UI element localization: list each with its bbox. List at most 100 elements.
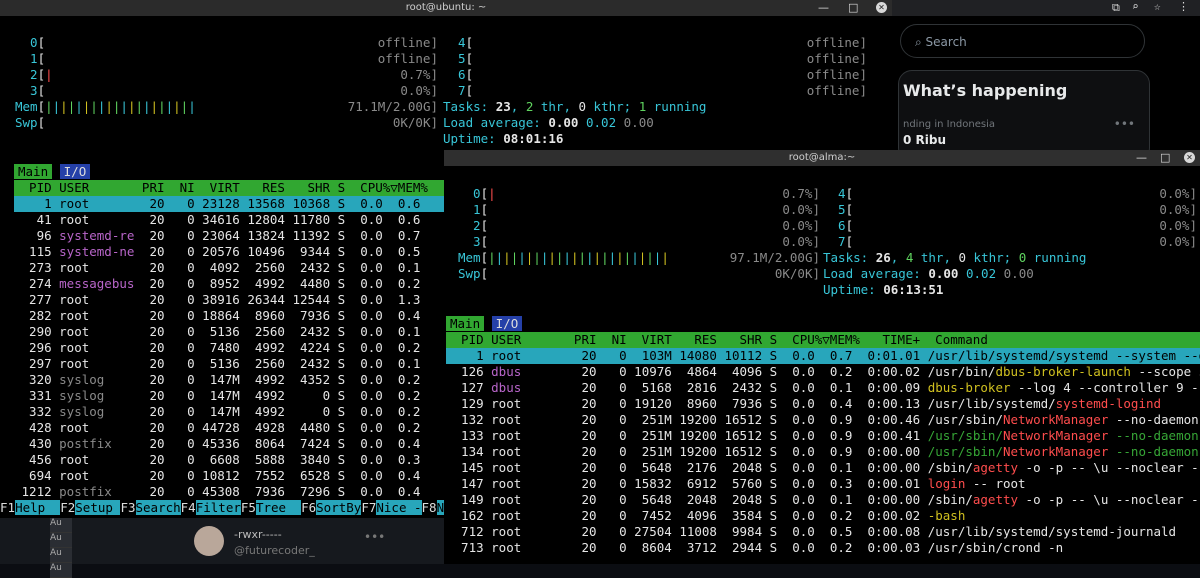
tab-io[interactable]: I/O [491,316,523,331]
function-key[interactable]: F5Tree [241,500,302,515]
cpu-percent: 0.0 [784,540,823,555]
process-row[interactable]: 132 root 20 0 251M 19200 16512 S 0.0 0.9… [446,412,1200,428]
mem-bar-segment: | [586,250,594,265]
zoom-icon[interactable]: ⌕ [1132,0,1139,13]
function-key[interactable]: F6SortBy [301,500,362,515]
res: 8960 [247,308,293,323]
kthr-label: kthr; [966,250,1019,265]
menu-icon[interactable]: ⋮ [1178,0,1189,13]
star-icon[interactable]: ☆ [1154,0,1161,13]
maximize-button[interactable]: □ [848,0,858,16]
window-title: root@ubuntu: ~ [405,2,487,13]
browser-toolbar: ⧉ ⌕ ☆ ⋮ [890,0,1200,16]
trend-count[interactable]: 0 Ribu [903,133,946,147]
state: S [769,364,785,379]
list-item[interactable]: Au [50,518,72,533]
tab-main[interactable]: Main [14,164,53,179]
mem-percent: 0.2 [390,388,428,403]
mem-percent: 0.4 [390,484,428,499]
bracket: [ [37,83,46,98]
function-key[interactable]: F7Nice - [361,500,422,515]
cpu-percent: 0.0 [352,324,391,339]
priority: 20 [573,348,605,363]
more-options-icon[interactable]: ••• [364,530,385,544]
minimize-button[interactable]: — [818,0,829,16]
process-row[interactable]: 129 root 20 0 19120 8960 7936 S 0.0 0.4 … [446,396,1200,412]
state: S [337,292,353,307]
window-titlebar[interactable]: root@ubuntu: ~ — □ ✕ [0,0,892,16]
kthr-count: 0 [958,250,967,265]
list-item[interactable]: Au [50,563,72,578]
cpu-value: 0.7%] [400,67,438,82]
state: S [337,356,353,371]
process-row[interactable]: 145 root 20 0 5648 2176 2048 S 0.0 0.1 0… [446,460,1200,476]
user: root [59,340,142,355]
window-titlebar[interactable]: root@alma:~ — □ ✕ [444,150,1200,166]
function-key[interactable]: F3Search [120,500,181,515]
cpu-value: offline] [806,67,867,82]
column-header[interactable]: PID USER PRI NI VIRT RES SHR S CPU%▽MEM%… [446,332,1200,348]
process-row[interactable]: 147 root 20 0 15832 6912 5760 S 0.0 0.3 … [446,476,1200,492]
list-item[interactable]: Au [50,548,72,563]
state: S [769,428,785,443]
nice: 0 [604,492,635,507]
function-key[interactable]: F4Filter [181,500,241,515]
process-row[interactable]: 134 root 20 0 251M 19200 16512 S 0.0 0.9… [446,444,1200,460]
pid: 1 [446,348,492,363]
kthr-count: 0 [578,99,587,114]
user: root [491,524,574,539]
virt: 34616 [202,212,248,227]
cpu-id: 4 [823,186,846,201]
cpu-meter: 0[offline] [15,35,438,51]
function-key-id: F4 [180,500,196,515]
process-row[interactable]: 126 dbus 20 0 10976 4864 4096 S 0.0 0.2 … [446,364,1200,380]
command: -bash [927,508,966,523]
pid: 126 [446,364,492,379]
state: S [337,244,353,259]
bracket: [ [480,266,489,281]
tab-main[interactable]: Main [446,316,485,331]
tab-io[interactable]: I/O [59,164,91,179]
cpu-id: 4 [443,35,466,50]
mem-bar-segment: | [143,99,151,114]
close-button[interactable]: ✕ [1184,152,1195,163]
close-button[interactable]: ✕ [876,2,887,13]
maximize-button[interactable]: □ [1160,150,1170,166]
list-item[interactable]: Au [50,533,72,548]
process-row[interactable]: 133 root 20 0 251M 19200 16512 S 0.0 0.9… [446,428,1200,444]
state: S [337,484,353,499]
cpu-id: 0 [15,35,38,50]
shr: 3584 [724,508,770,523]
virt: 7452 [634,508,680,523]
function-key[interactable]: F2Setup [60,500,121,515]
process-row[interactable]: 1 root 20 0 103M 14080 10112 S 0.0 0.7 0… [446,348,1200,364]
mem-percent: 0.9 [822,428,860,443]
function-key[interactable]: F1Help [0,500,61,515]
user: dbus [491,380,574,395]
command: -o -p -- \u --noclear - keep [1025,460,1199,475]
process-row[interactable]: 127 dbus 20 0 5168 2816 2432 S 0.0 0.1 0… [446,380,1200,396]
minimize-button[interactable]: — [1136,150,1147,166]
pid: 149 [446,492,492,507]
running-label: running [1026,250,1087,265]
process-row[interactable]: 712 root 20 0 27504 11008 9984 S 0.0 0.5… [446,524,1200,540]
avatar[interactable] [194,526,224,556]
process-row[interactable]: 162 root 20 0 7452 4096 3584 S 0.0 0.2 0… [446,508,1200,524]
process-row[interactable]: 149 root 20 0 5648 2048 2048 S 0.0 0.1 0… [446,492,1200,508]
search-input[interactable]: ⌕ Search [900,24,1145,58]
bracket: [ [37,67,46,82]
mem-bar-segment: | [646,250,654,265]
process-row[interactable]: 713 root 20 0 8604 3712 2944 S 0.0 0.2 0… [446,540,1200,556]
priority: 20 [573,396,605,411]
cpu-percent: 0.0 [352,276,391,291]
priority: 20 [141,452,173,467]
user: root [491,508,574,523]
more-options-icon[interactable]: ••• [1114,117,1135,131]
cpu-percent: 0.0 [352,420,391,435]
terminal-window-alma[interactable]: root@alma:~ — □ ✕ 0[| 0.7%] 4[0.0%] 1[0.0… [444,150,1200,564]
function-key-label: Search [135,500,181,515]
bracket: [ [845,202,854,217]
command: /usr/sbin/ [927,412,1003,427]
extension-icon[interactable]: ⧉ [1112,1,1120,15]
state: S [769,524,785,539]
